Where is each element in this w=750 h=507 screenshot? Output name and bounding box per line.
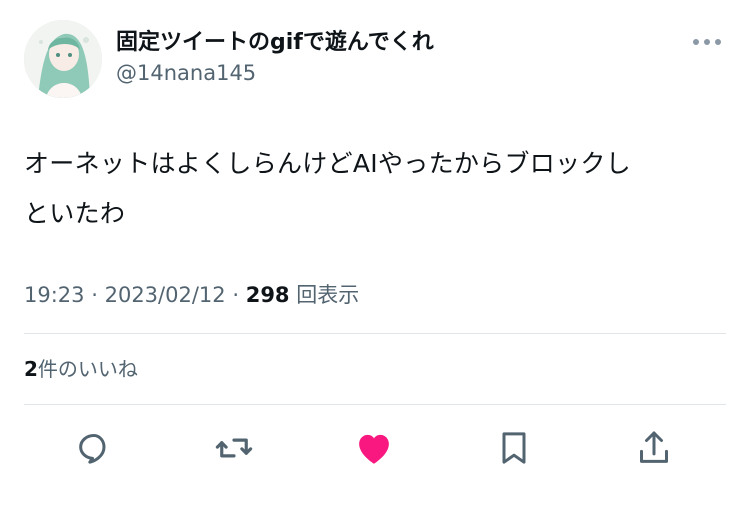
display-name[interactable]: 固定ツイートのgifで遊んでくれ xyxy=(116,28,434,58)
meta-separator: · xyxy=(91,283,98,307)
views-count: 298 xyxy=(245,283,290,307)
divider xyxy=(24,333,726,334)
share-icon xyxy=(640,431,668,463)
divider xyxy=(24,404,726,405)
tweet-header: 固定ツイートのgifで遊んでくれ @14nana145 xyxy=(24,20,726,100)
action-bar xyxy=(24,420,726,476)
views-label: 回表示 xyxy=(296,283,360,307)
retweet-button[interactable] xyxy=(212,426,256,470)
retweet-icon xyxy=(215,438,253,458)
likes-label: 件のいいね xyxy=(37,357,138,381)
tweet-text-line: オーネットはよくしらんけどAIやったからブロックし xyxy=(24,149,631,178)
tweet-text-line: といたわ xyxy=(24,199,126,228)
share-button[interactable] xyxy=(632,426,676,470)
tweet-text: オーネットはよくしらんけどAIやったからブロックし といたわ xyxy=(24,139,724,239)
tweet-date[interactable]: 2023/02/12 xyxy=(105,283,226,307)
tweet-meta: 19:23 · 2023/02/12 · 298 回表示 xyxy=(24,278,359,312)
reply-button[interactable] xyxy=(72,426,116,470)
bookmark-icon xyxy=(502,432,526,464)
author-names: 固定ツイートのgifで遊んでくれ @14nana145 xyxy=(116,28,434,88)
likes-count: 2 xyxy=(24,357,38,381)
heart-icon xyxy=(359,434,389,464)
meta-separator: · xyxy=(232,283,240,307)
tweet-time[interactable]: 19:23 xyxy=(24,283,85,307)
bookmark-button[interactable] xyxy=(492,426,536,470)
reply-icon xyxy=(79,434,106,464)
like-button[interactable] xyxy=(352,426,396,470)
user-handle[interactable]: @14nana145 xyxy=(116,58,434,88)
user-avatar[interactable] xyxy=(24,20,102,98)
more-horizontal-icon[interactable] xyxy=(690,32,724,52)
avatar-illustration xyxy=(24,20,102,98)
likes-summary[interactable]: 2件のいいね xyxy=(24,353,138,385)
